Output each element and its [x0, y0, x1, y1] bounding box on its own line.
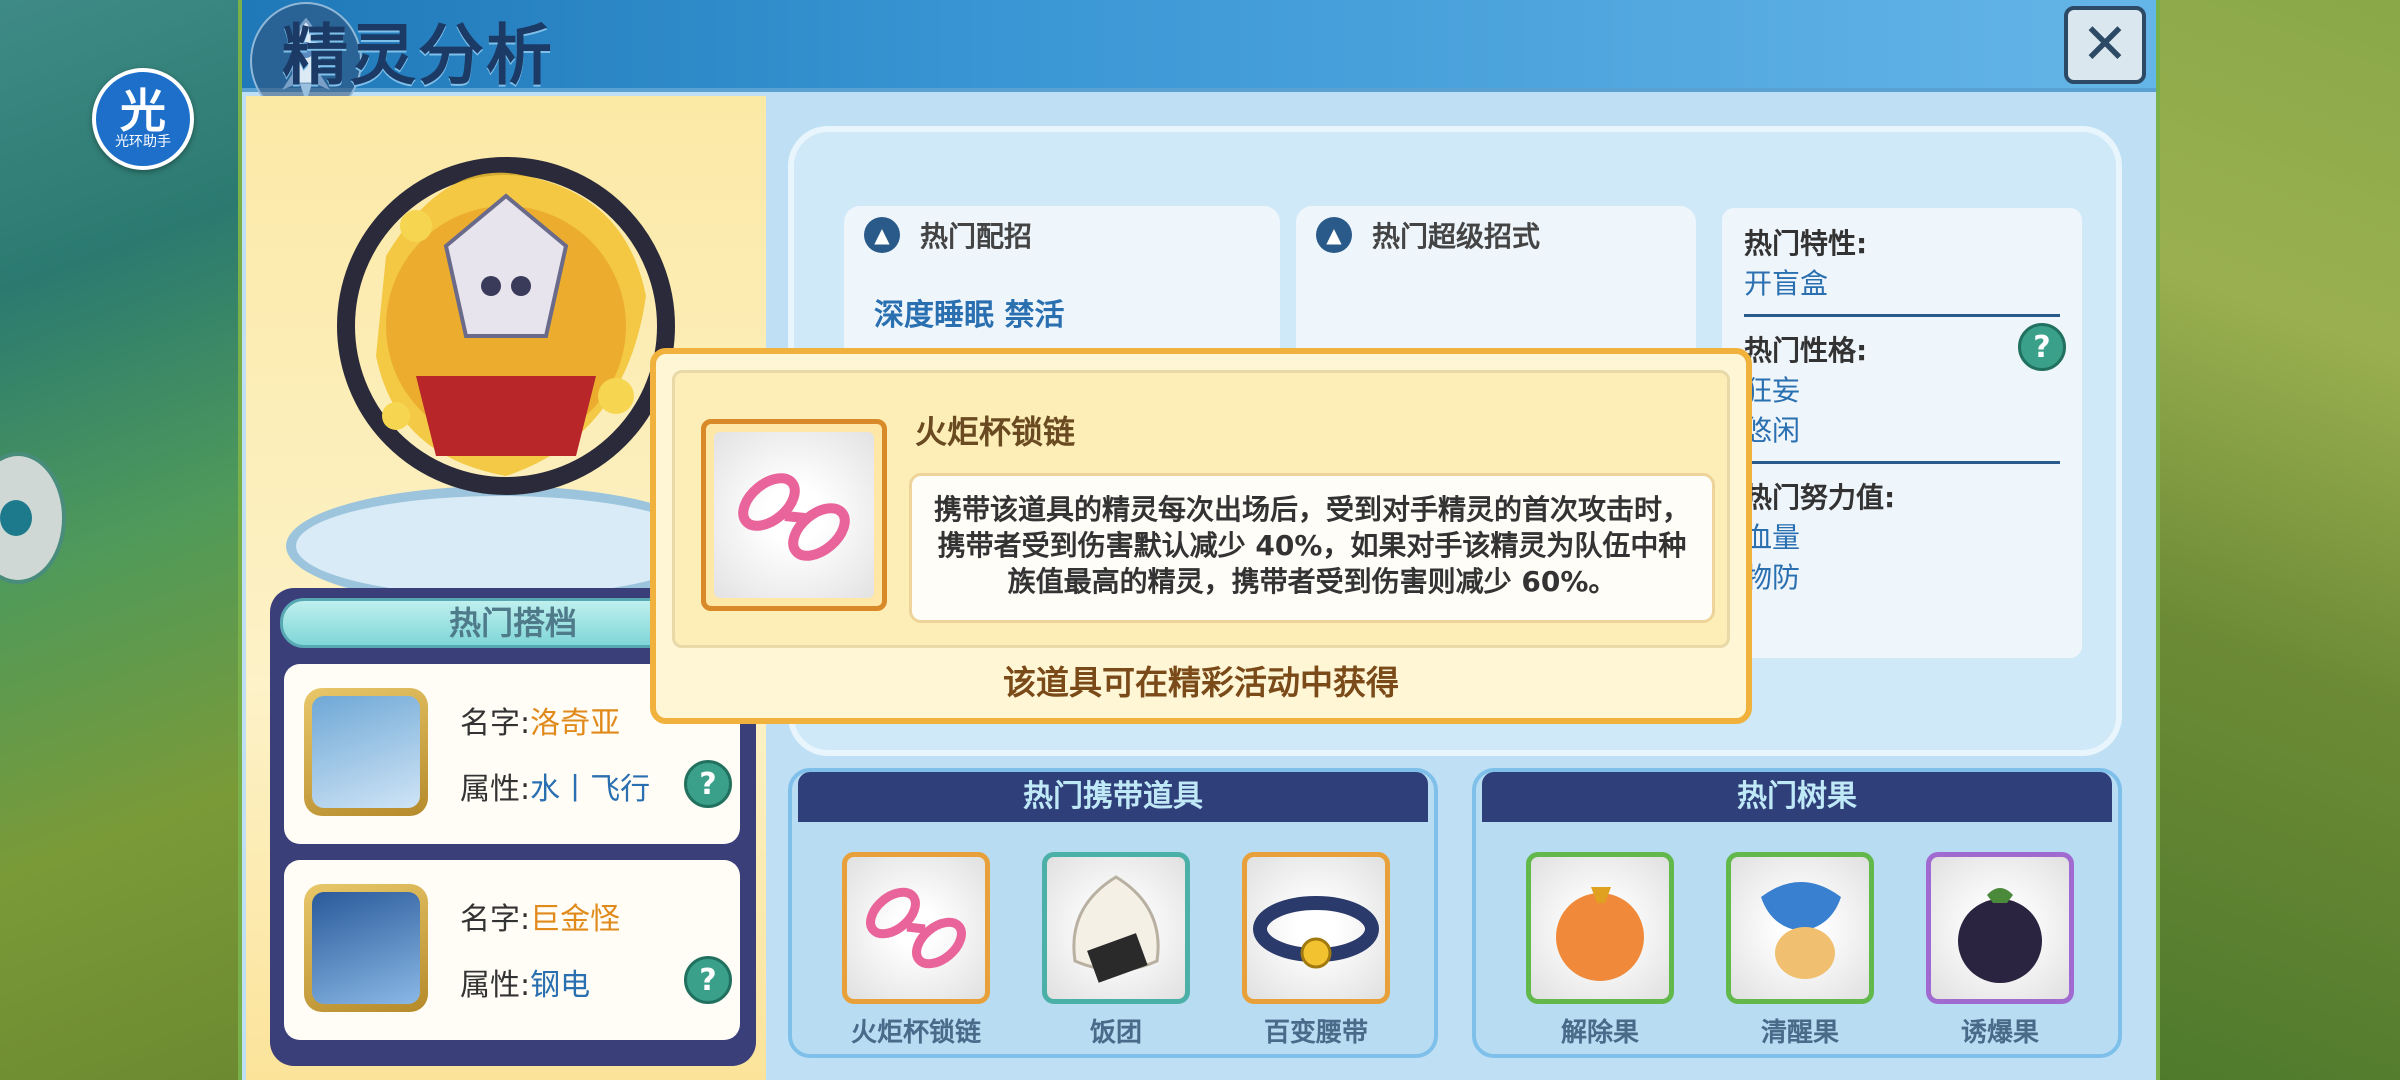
item-slot[interactable]: [1042, 852, 1190, 1004]
background-right: [2160, 0, 2400, 1080]
trait-label: 热门特性:: [1744, 227, 1868, 260]
name-label: 名字:: [460, 902, 531, 937]
popular-berries-box: 热门树果 解除果 清醒果 诱爆果: [1472, 768, 2122, 1058]
popup-item-source: 该道具可在精彩活动中获得: [1003, 663, 1399, 702]
blue-berry-icon: [1761, 882, 1841, 979]
close-button[interactable]: ✕: [2064, 6, 2146, 84]
name-label: 名字:: [460, 706, 531, 741]
berry-slot[interactable]: [1726, 852, 1874, 1004]
popular-items-title: 热门携带道具: [798, 772, 1428, 822]
popular-super-moves-title: 热门超级招式: [1372, 220, 1541, 253]
attr-label: 属性:: [460, 968, 531, 1003]
popup-item-name: 火炬杯锁链: [915, 413, 1076, 451]
berry-label: 清醒果: [1760, 1018, 1839, 1048]
dark-berry-icon: [1958, 888, 2042, 983]
item-detail-popup[interactable]: 火炬杯锁链 携带该道具的精灵每次出场后，受到对手精灵的首次攻击时，携带者受到伤害…: [650, 348, 1752, 724]
berry-slot[interactable]: [1526, 852, 1674, 1004]
popular-items-box: 热门携带道具 火炬杯锁链 饭团 百变腰带: [788, 768, 1438, 1058]
partner-name: 洛奇亚: [530, 706, 621, 741]
orange-berry-icon: [1556, 887, 1644, 981]
item-label: 饭团: [1089, 1018, 1142, 1048]
partner-attr: 钢电: [530, 968, 591, 1003]
triangle-icon: ▲: [864, 217, 900, 253]
popular-moves-title: 热门配招: [920, 220, 1033, 253]
rice-ball-icon: [1072, 875, 1160, 983]
trait-value[interactable]: 开盲盒: [1744, 262, 2060, 302]
popup-item-frame: [701, 419, 887, 611]
assist-app-button[interactable]: 光 光环助手: [92, 68, 194, 170]
nature-value: 悠闲: [1744, 414, 1801, 447]
berry-slot[interactable]: [1926, 852, 2074, 1004]
partner-name: 巨金怪: [530, 902, 621, 937]
partner-name-row: 名字:洛奇亚: [460, 698, 620, 742]
help-icon[interactable]: ?: [684, 956, 732, 1004]
partner-card[interactable]: 名字:巨金怪 属性:钢电 ?: [284, 860, 740, 1040]
attr-label: 属性:: [460, 772, 531, 807]
ev-label: 热门努力值:: [1744, 481, 1896, 514]
help-icon[interactable]: ?: [2018, 323, 2066, 371]
page-title: 精灵分析: [282, 17, 554, 94]
item-label: 火炬杯锁链: [850, 1018, 981, 1048]
partner-portrait: [304, 884, 428, 1012]
assist-badge-char: 光: [120, 84, 166, 138]
item-slot[interactable]: [842, 852, 990, 1004]
belt-icon: [1253, 896, 1379, 969]
ev-value: 物防: [1744, 561, 1801, 594]
partner-attr-row: 属性:钢电: [460, 960, 590, 1004]
nature-value: 狂妄: [1744, 374, 1801, 407]
item-label: 百变腰带: [1263, 1018, 1368, 1048]
partner-attr-row: 属性:水丨飞行: [460, 764, 650, 808]
partner-portrait: [304, 688, 428, 816]
header-bar: 精灵分析 ✕: [242, 0, 2156, 120]
chain-icon: [866, 887, 966, 969]
sprite-portrait: [337, 157, 675, 495]
moves-partial-text: 深度睡眠 禁活: [874, 298, 1065, 333]
assist-badge-label: 光环助手: [115, 134, 171, 150]
popular-berries-title: 热门树果: [1482, 772, 2112, 822]
nature-label: 热门性格:: [1744, 334, 1868, 367]
partner-name-row: 名字:巨金怪: [460, 894, 620, 938]
partner-attr: 水丨飞行: [530, 772, 651, 807]
popup-content: 火炬杯锁链 携带该道具的精灵每次出场后，受到对手精灵的首次攻击时，携带者受到伤害…: [672, 370, 1730, 648]
berry-label: 解除果: [1560, 1018, 1639, 1048]
item-slot[interactable]: [1242, 852, 1390, 1004]
chain-icon: [738, 473, 850, 561]
popup-item-description: 携带该道具的精灵每次出场后，受到对手精灵的首次攻击时，携带者受到伤害默认减少 4…: [909, 473, 1715, 623]
ev-value: 血量: [1744, 521, 1801, 554]
berry-label: 诱爆果: [1960, 1018, 2039, 1048]
help-icon[interactable]: ?: [684, 760, 732, 808]
triangle-icon: ▲: [1316, 217, 1352, 253]
popular-info-card: 热门特性: 开盲盒 热门性格: ? 狂妄 悠闲 热门努力值: 血量 物防: [1722, 208, 2082, 658]
